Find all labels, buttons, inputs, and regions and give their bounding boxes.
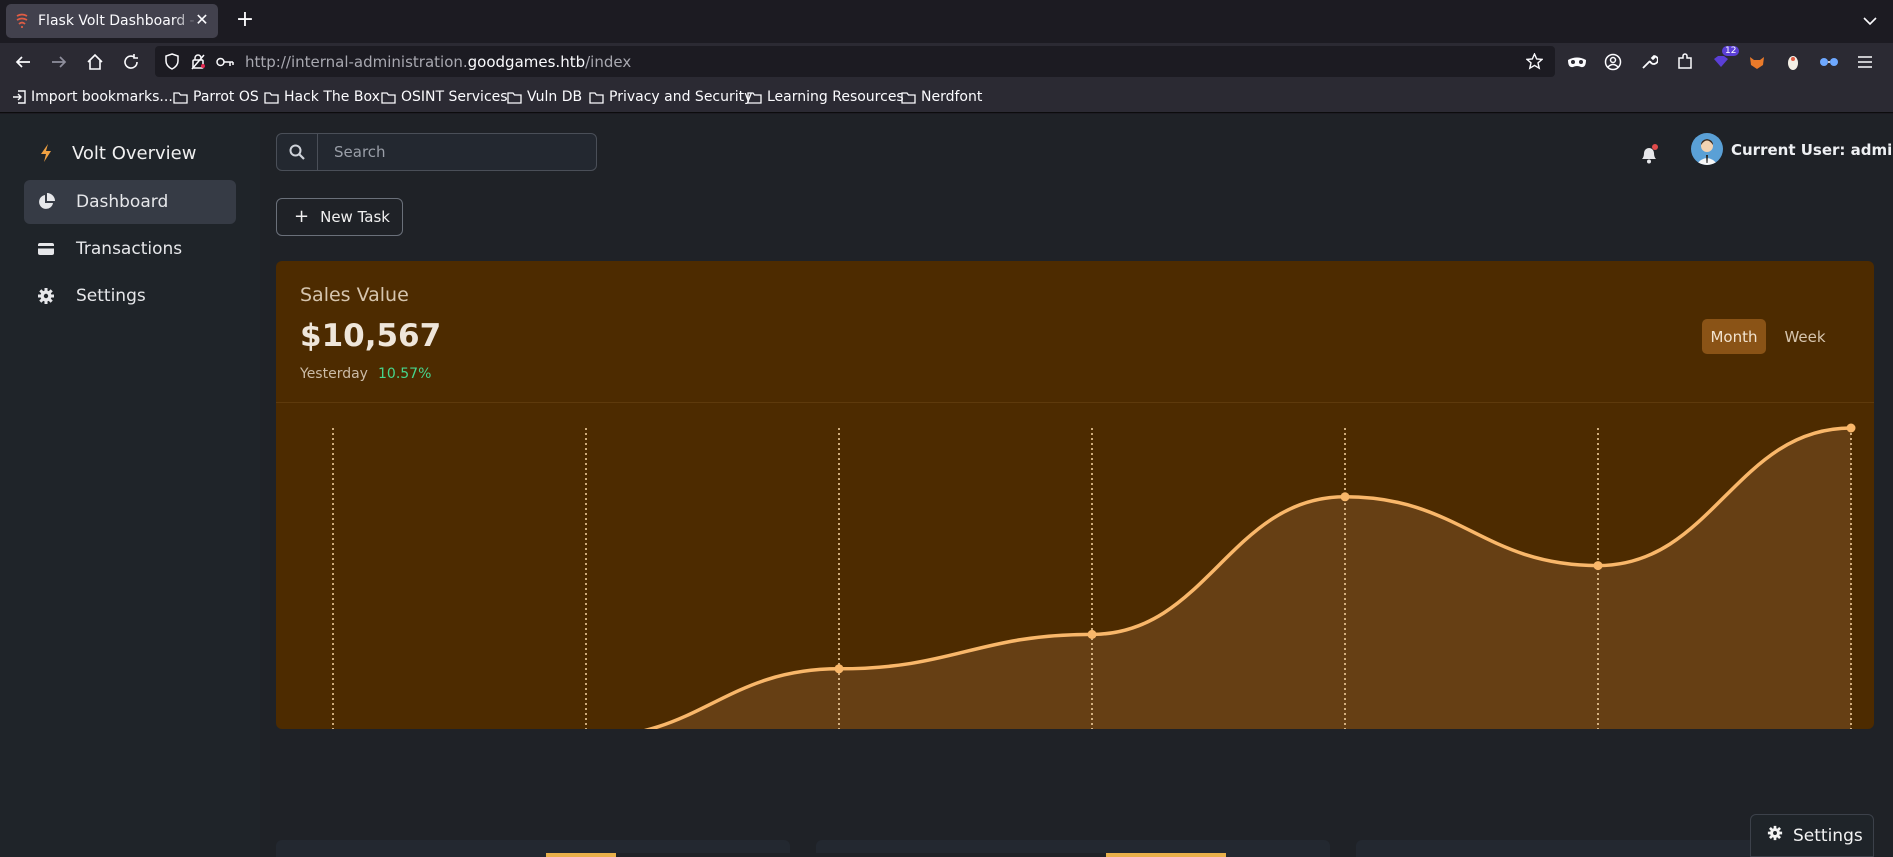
folder-icon [589, 91, 604, 104]
bookmark-import[interactable]: Import bookmarks... [12, 88, 173, 106]
key-icon[interactable] [216, 54, 234, 73]
sales-value-card: Sales Value $10,567 Yesterday 10.57% Mon… [276, 261, 1874, 729]
browser-navbar: http://internal-administration.goodgames… [0, 43, 1893, 80]
sidebar-item-label: Dashboard [76, 192, 169, 212]
folder-icon [747, 91, 762, 104]
gear-icon [1767, 825, 1783, 846]
sidebar-item-label: Transactions [76, 239, 183, 259]
floating-settings-button[interactable]: Settings [1750, 814, 1874, 857]
bookmark-osint-services[interactable]: OSINT Services [381, 88, 508, 106]
sidebar-item-settings[interactable]: Settings [24, 274, 236, 318]
home-icon[interactable] [82, 49, 108, 75]
bookmark-parrot-os[interactable]: Parrot OS [173, 88, 259, 106]
gear-icon [36, 286, 56, 306]
brand-label: Volt Overview [72, 142, 197, 164]
bookmark-learning-resources[interactable]: Learning Resources [747, 88, 904, 106]
dashboard-page: Volt Overview Dashboard Transactions Set… [0, 114, 1893, 857]
avatar[interactable] [1691, 133, 1723, 165]
bookmark-label: Nerdfont [921, 89, 983, 105]
shield-icon[interactable] [164, 53, 180, 74]
bookmark-label: Vuln DB [527, 89, 583, 105]
bookmark-privacy-and-security[interactable]: Privacy and Security [589, 88, 752, 106]
sidebar-item-dashboard[interactable]: Dashboard [24, 180, 236, 224]
bookmark-label: Learning Resources [767, 89, 904, 105]
import-icon [13, 90, 26, 104]
folder-icon [381, 91, 396, 104]
chart-point [1340, 492, 1350, 502]
url-bar[interactable]: http://internal-administration.goodgames… [155, 46, 1555, 77]
new-task-label: New Task [320, 208, 390, 226]
tab-close-icon[interactable]: ✕ [194, 12, 210, 28]
new-task-button[interactable]: + New Task [276, 198, 403, 236]
folder-icon [901, 91, 916, 104]
new-tab-button[interactable]: + [234, 9, 256, 32]
sales-area-chart: MonTueWedThuFriSatSun [332, 423, 1856, 729]
private-mask-icon[interactable] [1564, 49, 1590, 75]
search-box[interactable]: Search [276, 133, 597, 171]
bookmark-vuln-db[interactable]: Vuln DB [507, 88, 582, 106]
sidebar-item-label: Settings [76, 286, 146, 306]
browser-tab[interactable]: Flask Volt Dashboard - Dashboard ✕ [6, 4, 218, 38]
chart-point [834, 664, 844, 674]
extension-badge-count: 12 [1722, 46, 1740, 56]
insecure-lock-icon[interactable] [190, 53, 206, 74]
plus-icon: + [294, 206, 310, 227]
bookmark-label: Privacy and Security [609, 89, 753, 105]
url-text: http://internal-administration.goodgames… [245, 53, 632, 71]
loading-progress-bar [546, 853, 1226, 857]
credit-card-icon [36, 239, 56, 259]
lightning-icon [36, 143, 56, 163]
bookmark-label: Hack The Box [284, 89, 380, 105]
back-icon[interactable] [10, 49, 36, 75]
sidebar-brand[interactable]: Volt Overview [24, 131, 236, 175]
chart-point [1846, 423, 1856, 433]
glasses-extension-icon[interactable] [1816, 49, 1842, 75]
bookmark-star-icon[interactable] [1525, 52, 1544, 74]
bookmark-label: OSINT Services [401, 89, 508, 105]
notification-bell-icon[interactable] [1637, 142, 1661, 166]
bookmark-label: Parrot OS [193, 89, 259, 105]
search-icon [277, 134, 318, 170]
bookmark-hack-the-box[interactable]: Hack The Box [264, 88, 380, 106]
reload-icon[interactable] [118, 49, 144, 75]
chart-point [1593, 561, 1603, 571]
search-input[interactable]: Search [334, 143, 386, 161]
extensions-icon[interactable] [1672, 49, 1698, 75]
folder-icon [507, 91, 522, 104]
extension-badge-icon[interactable]: 12 [1708, 46, 1740, 75]
sidebar-item-transactions[interactable]: Transactions [24, 227, 236, 271]
bookmarks-toolbar: Import bookmarks... Parrot OS Hack The B… [0, 80, 1893, 113]
folder-icon [173, 91, 188, 104]
folder-icon [264, 91, 279, 104]
chart-point [1087, 629, 1097, 639]
flask-favicon-icon [14, 13, 30, 29]
account-icon[interactable] [1600, 49, 1626, 75]
list-tabs-chevron-icon[interactable] [1861, 12, 1879, 30]
floating-settings-label: Settings [1793, 825, 1863, 846]
egg-extension-icon[interactable] [1780, 49, 1806, 75]
browser-tab-strip: Flask Volt Dashboard - Dashboard ✕ + [0, 0, 1893, 43]
fox-extension-icon[interactable] [1744, 49, 1770, 75]
bookmark-label: Import bookmarks... [31, 89, 173, 105]
current-user-label[interactable]: Current User: admin [1731, 141, 1893, 159]
pie-chart-icon [36, 192, 56, 212]
sidebar: Volt Overview Dashboard Transactions Set… [0, 114, 260, 857]
tab-title: Flask Volt Dashboard - Dashboard [38, 13, 198, 29]
forward-icon[interactable] [46, 49, 72, 75]
wrench-icon[interactable] [1636, 49, 1662, 75]
bookmark-nerdfont[interactable]: Nerdfont [901, 88, 982, 106]
menu-hamburger-icon[interactable] [1852, 49, 1878, 75]
